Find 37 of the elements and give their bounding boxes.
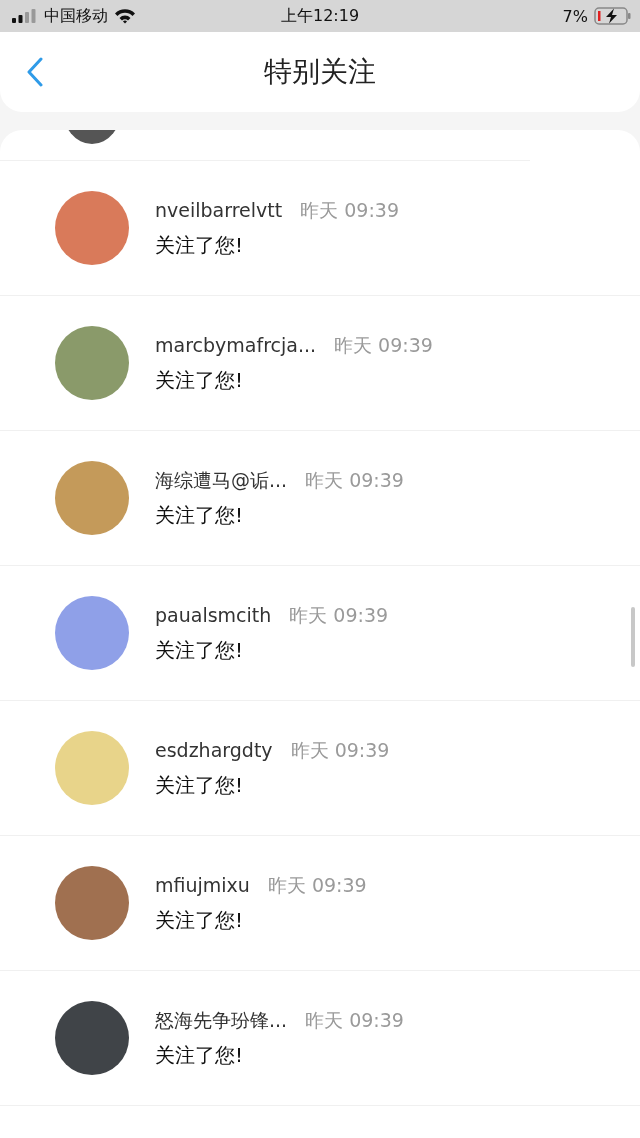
notification-item[interactable]: mfiujmixu 昨天 09:39 关注了您! [0, 836, 640, 971]
timestamp: 昨天 09:39 [267, 872, 367, 898]
timestamp: 昨天 09:39 [290, 737, 390, 763]
timestamp: 昨天 09:39 [300, 197, 400, 223]
scrollbar [631, 607, 635, 667]
notification-message: 关注了您! [155, 771, 245, 799]
clock: 上午12:19 [280, 5, 360, 27]
notification-message: 关注了您! [155, 231, 245, 259]
back-icon[interactable] [26, 57, 44, 87]
wifi-icon [114, 8, 136, 24]
username: nveilbarrelvtt [155, 198, 283, 221]
username: marcbymafrcja... [155, 333, 317, 356]
timestamp: 昨天 09:39 [289, 602, 389, 628]
notification-item[interactable]: esdzhargdty 昨天 09:39 关注了您! [0, 701, 640, 836]
notification-item[interactable]: 海综遭马@诟... 昨天 09:39 关注了您! [0, 431, 640, 566]
notification-message: 关注了您! [155, 636, 245, 664]
notification-message: 关注了您! [155, 1041, 245, 1069]
username: mfiujmixu [155, 873, 250, 896]
signal-icon [12, 9, 38, 23]
timestamp: 昨天 09:39 [305, 1007, 404, 1033]
carrier-name: 中国移动 [44, 5, 108, 27]
username: paualsmcith [155, 603, 272, 626]
timestamp: 昨天 09:39 [305, 467, 404, 493]
notification-message: 关注了您! [155, 501, 245, 529]
timestamp: 昨天 09:39 [334, 332, 433, 358]
notification-item[interactable]: marcbymafrcja... 昨天 09:39 关注了您! [0, 296, 640, 431]
username: 海综遭马@诟... [155, 467, 288, 493]
notification-message: 关注了您! [155, 366, 245, 394]
battery-charging-icon [594, 7, 632, 25]
battery-percent: 7% [562, 6, 588, 26]
username: 怒海先争玢锋... [155, 1007, 288, 1033]
notification-message: 关注了您! [155, 906, 245, 934]
notification-item[interactable]: 怒海先争玢锋... 昨天 09:39 关注了您! [0, 971, 640, 1106]
notification-item[interactable]: nveilbarrelvtt 昨天 09:39 关注了您! [0, 161, 640, 296]
username: esdzhargdty [155, 738, 273, 761]
notification-item[interactable]: paualsmcith 昨天 09:39 关注了您! [0, 566, 640, 701]
page-title: 特别关注 [264, 54, 376, 90]
